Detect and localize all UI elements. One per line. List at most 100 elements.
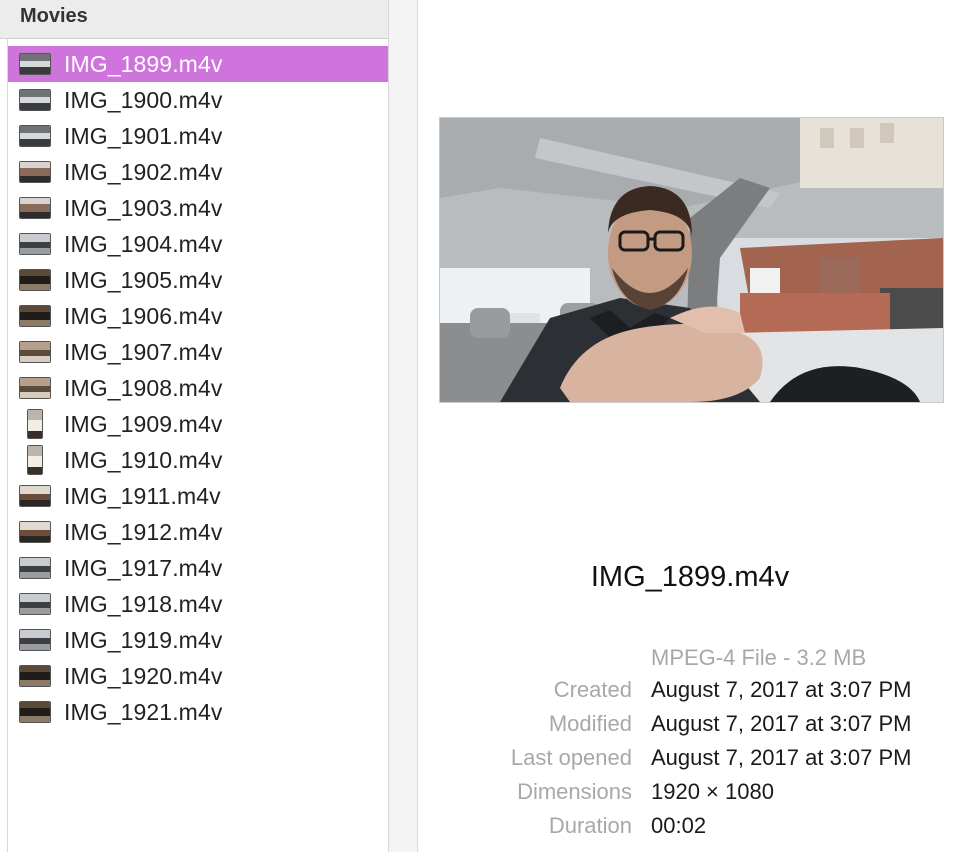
file-row[interactable]: IMG_1912.m4v: [8, 514, 388, 550]
metadata-value: August 7, 2017 at 3:07 PM: [651, 745, 912, 770]
thumbnail-band: [28, 467, 42, 474]
thumbnail-band: [20, 708, 50, 716]
thumbnail-band: [20, 500, 50, 506]
thumbnail-band: [20, 212, 50, 218]
video-thumbnail-icon: [20, 161, 50, 183]
thumbnail-band: [20, 644, 50, 650]
video-thumbnail-icon: [20, 341, 50, 363]
thumbnail-band: [20, 392, 50, 398]
thumbnail-band: [20, 680, 50, 686]
file-row[interactable]: IMG_1900.m4v: [8, 82, 388, 118]
preview-filename: IMG_1899.m4v: [590, 561, 790, 593]
file-row[interactable]: IMG_1907.m4v: [8, 334, 388, 370]
column-resize-gutter[interactable]: [389, 0, 418, 852]
file-row[interactable]: IMG_1917.m4v: [8, 550, 388, 586]
file-row[interactable]: IMG_1908.m4v: [8, 370, 388, 406]
file-name: IMG_1901.m4v: [64, 122, 223, 149]
thumbnail-image: [20, 270, 50, 290]
video-thumbnail-icon: [20, 557, 50, 579]
file-row[interactable]: IMG_1920.m4v: [8, 658, 388, 694]
thumbnail-band: [20, 312, 50, 320]
file-row[interactable]: IMG_1904.m4v: [8, 226, 388, 262]
file-name: IMG_1917.m4v: [64, 554, 223, 581]
thumbnail-image: [20, 702, 50, 722]
video-thumbnail-icon: [20, 629, 50, 651]
thumbnail-image: [20, 234, 50, 254]
thumbnail-band: [20, 276, 50, 284]
metadata-label: Duration: [548, 813, 632, 838]
finder-column-view: Movies IMG_1899.m4v IMG_1900.m4v IMG_1901.…: [0, 0, 962, 852]
thumbnail-band: [20, 672, 50, 680]
thumbnail-band: [28, 431, 42, 438]
file-row[interactable]: IMG_1901.m4v: [8, 118, 388, 154]
video-thumbnail-icon: [20, 53, 50, 75]
thumbnail-band: [20, 103, 50, 110]
file-row[interactable]: IMG_1905.m4v: [8, 262, 388, 298]
file-row[interactable]: IMG_1906.m4v: [8, 298, 388, 334]
video-thumbnail-icon: [20, 410, 50, 438]
file-row[interactable]: IMG_1903.m4v: [8, 190, 388, 226]
thumbnail-band: [28, 410, 42, 420]
metadata-row: Modified August 7, 2017 at 3:07 PM: [430, 711, 960, 745]
metadata-row: Last opened August 7, 2017 at 3:07 PM: [430, 745, 960, 779]
video-thumbnail-icon: [20, 125, 50, 147]
file-row[interactable]: IMG_1909.m4v: [8, 406, 388, 442]
file-row[interactable]: IMG_1910.m4v: [8, 442, 388, 478]
file-kind-size: MPEG-4 File - 3.2 MB: [651, 645, 867, 670]
file-name: IMG_1903.m4v: [64, 194, 223, 221]
file-name: IMG_1912.m4v: [64, 518, 223, 545]
metadata-row: Duration 00:02: [430, 813, 960, 847]
video-thumbnail-icon: [20, 269, 50, 291]
thumbnail-image: [20, 306, 50, 326]
column-header-label: Movies: [20, 5, 88, 27]
thumbnail-band: [20, 572, 50, 578]
thumbnail-image: [20, 522, 50, 542]
metadata-value: August 7, 2017 at 3:07 PM: [651, 677, 912, 702]
thumbnail-band: [20, 558, 50, 566]
file-name: IMG_1911.m4v: [64, 482, 221, 509]
file-name: IMG_1921.m4v: [64, 698, 223, 725]
thumbnail-image: [28, 446, 42, 474]
video-thumbnail-icon: [20, 377, 50, 399]
file-row[interactable]: IMG_1919.m4v: [8, 622, 388, 658]
thumbnail-band: [20, 594, 50, 602]
thumbnail-band: [20, 90, 50, 97]
file-name: IMG_1899.m4v: [64, 50, 223, 77]
file-row[interactable]: IMG_1902.m4v: [8, 154, 388, 190]
video-thumbnail-icon: [20, 233, 50, 255]
metadata-table: Created August 7, 2017 at 3:07 PM Modified…: [430, 677, 960, 847]
metadata-row: Created August 7, 2017 at 3:07 PM: [430, 677, 960, 711]
thumbnail-image: [20, 666, 50, 686]
video-thumbnail-icon: [20, 305, 50, 327]
thumbnail-band: [20, 204, 50, 212]
file-row[interactable]: IMG_1911.m4v: [8, 478, 388, 514]
file-name: IMG_1900.m4v: [64, 86, 223, 113]
file-name: IMG_1906.m4v: [64, 302, 223, 329]
video-thumbnail-icon: [20, 665, 50, 687]
file-name: IMG_1908.m4v: [64, 374, 223, 401]
video-preview-thumbnail[interactable]: [439, 117, 944, 403]
thumbnail-band: [20, 536, 50, 542]
thumbnail-image: [20, 558, 50, 578]
file-list: IMG_1899.m4v IMG_1900.m4v IMG_1901.m4v IMG_…: [8, 46, 388, 730]
metadata-label: Created: [553, 677, 632, 702]
video-thumbnail-icon: [20, 446, 50, 474]
thumbnail-band: [20, 139, 50, 146]
file-name: IMG_1910.m4v: [64, 446, 223, 473]
video-thumbnail-icon: [20, 485, 50, 507]
metadata-value: 1920 × 1080: [651, 779, 774, 804]
video-thumbnail-icon: [20, 701, 50, 723]
thumbnail-band: [20, 54, 50, 61]
thumbnail-image: [20, 162, 50, 182]
file-name: IMG_1902.m4v: [64, 158, 223, 185]
thumbnail-band: [20, 342, 50, 350]
file-name: IMG_1905.m4v: [64, 266, 223, 293]
file-row[interactable]: IMG_1918.m4v: [8, 586, 388, 622]
thumbnail-image: [20, 630, 50, 650]
file-row[interactable]: IMG_1921.m4v: [8, 694, 388, 730]
movies-column: Movies IMG_1899.m4v IMG_1900.m4v IMG_1901.…: [0, 0, 388, 852]
thumbnail-band: [20, 630, 50, 638]
file-row[interactable]: IMG_1899.m4v: [8, 46, 388, 82]
file-name: IMG_1907.m4v: [64, 338, 223, 365]
thumbnail-band: [20, 522, 50, 530]
